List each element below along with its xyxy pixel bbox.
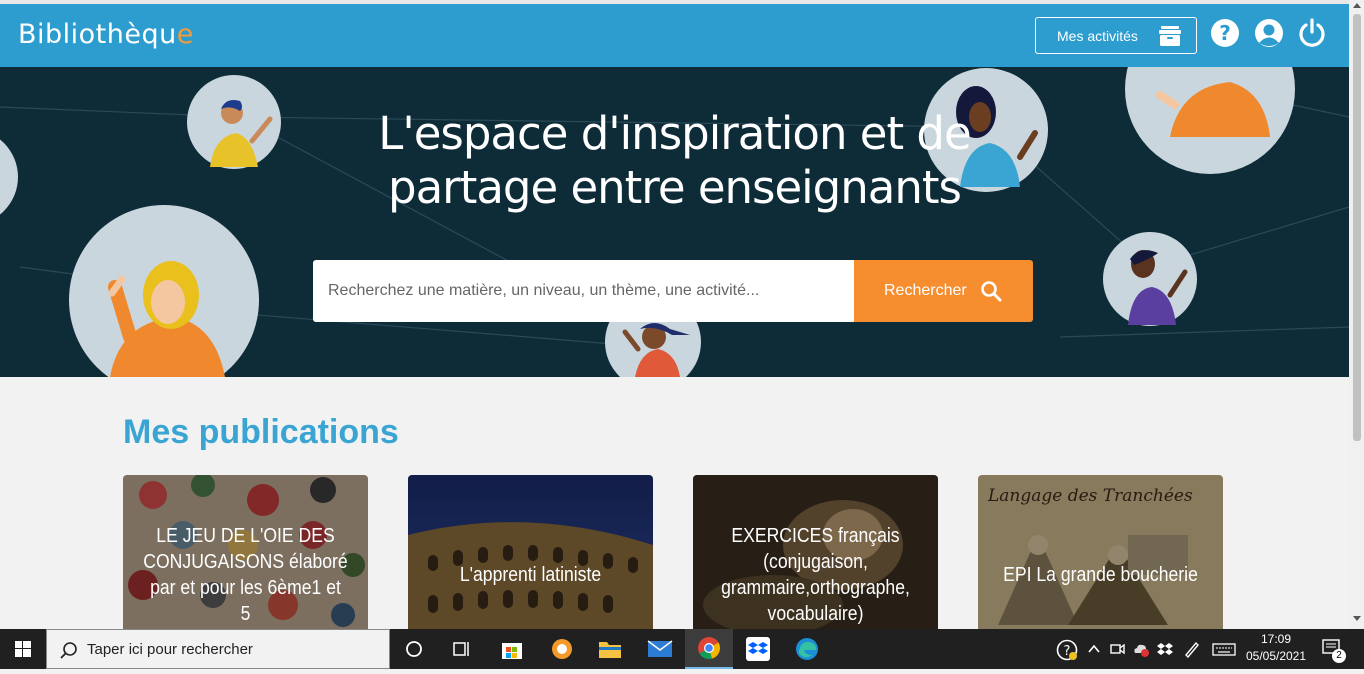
site-logo[interactable]: Bibliothèque bbox=[18, 19, 194, 50]
hero-headline: L'espace d'inspiration et de partage ent… bbox=[0, 107, 1349, 215]
main-content: Mes publications LE JEU DE L'OIE DES CON… bbox=[0, 377, 1349, 635]
my-activities-label: Mes activités bbox=[1057, 27, 1138, 44]
mail-envelope-icon bbox=[647, 640, 673, 657]
help-question-icon[interactable]: ? bbox=[1210, 18, 1240, 48]
scroll-down-arrow-icon[interactable] bbox=[1353, 616, 1361, 621]
card-title: LE JEU DE L'OIE DES CONJUGAISONS élaboré… bbox=[143, 525, 348, 625]
logo-main-text: Bibliothèqu bbox=[18, 19, 177, 50]
publication-card[interactable]: L'apprenti latiniste bbox=[408, 475, 653, 635]
taskbar-search-box[interactable]: Taper ici pour rechercher bbox=[46, 629, 390, 669]
help-tray-icon[interactable]: ? bbox=[1056, 639, 1078, 661]
cloud-sync-error-icon[interactable] bbox=[1132, 640, 1150, 658]
edge-browser-icon bbox=[796, 638, 818, 660]
taskbar-clock[interactable]: 17:09 05/05/2021 bbox=[1240, 631, 1312, 665]
dropbox-tray-icon[interactable] bbox=[1156, 640, 1174, 658]
search-icon bbox=[981, 281, 1002, 302]
microsoft-store-icon bbox=[502, 643, 522, 659]
scrollbar-thumb[interactable] bbox=[1353, 14, 1361, 441]
hero-search-field[interactable] bbox=[313, 260, 854, 322]
chevron-up-icon[interactable] bbox=[1085, 640, 1103, 658]
site-header: Bibliothèque Mes activités ? bbox=[0, 4, 1349, 67]
chrome-browser-icon bbox=[698, 637, 720, 660]
browser-viewport: Bibliothèque Mes activités ? L'espace d'… bbox=[0, 0, 1364, 669]
task-view-icon bbox=[453, 642, 469, 656]
taskbar-store[interactable] bbox=[488, 629, 536, 669]
cortana-circle-icon bbox=[406, 641, 422, 657]
archive-box-icon bbox=[1159, 26, 1181, 46]
card-title: EPI La grande boucherie bbox=[1003, 564, 1198, 586]
start-button[interactable] bbox=[0, 629, 46, 669]
publication-card[interactable]: LE JEU DE L'OIE DES CONJUGAISONS élaboré… bbox=[123, 475, 368, 635]
section-title-publications: Mes publications bbox=[123, 413, 399, 451]
card-title: L'apprenti latiniste bbox=[459, 564, 602, 586]
scroll-up-arrow-icon[interactable] bbox=[1353, 3, 1361, 8]
taskbar-chrome[interactable] bbox=[685, 629, 733, 669]
taskbar-mail[interactable] bbox=[636, 629, 684, 669]
dropbox-icon bbox=[746, 637, 770, 661]
my-activities-button[interactable]: Mes activités bbox=[1035, 17, 1197, 54]
action-center-button[interactable]: 2 bbox=[1320, 637, 1346, 663]
logo-accent-letter: e bbox=[176, 19, 194, 50]
clock-time: 17:09 bbox=[1260, 632, 1292, 646]
folder-icon bbox=[599, 642, 621, 658]
taskbar-app-orange[interactable] bbox=[538, 629, 586, 669]
publication-card[interactable]: EXERCICES français (conjugaison, grammai… bbox=[693, 475, 938, 635]
keyboard-icon[interactable] bbox=[1212, 640, 1236, 658]
taskbar-search-placeholder: Taper ici pour rechercher bbox=[87, 640, 253, 658]
search-icon bbox=[60, 642, 77, 659]
clock-date: 05/05/2021 bbox=[1245, 649, 1307, 663]
hero-headline-line1: L'espace d'inspiration et de bbox=[378, 107, 971, 160]
power-logout-icon[interactable] bbox=[1297, 18, 1327, 48]
taskbar-dropbox[interactable] bbox=[734, 629, 782, 669]
sun-app-icon bbox=[552, 639, 572, 659]
windows-logo-icon bbox=[15, 641, 31, 657]
pen-tray-icon[interactable] bbox=[1183, 640, 1201, 658]
task-view-button[interactable] bbox=[438, 629, 486, 669]
hero-headline-line2: partage entre enseignants bbox=[388, 161, 962, 214]
page-scrollbar[interactable] bbox=[1349, 0, 1364, 629]
search-button-label: Rechercher bbox=[884, 282, 967, 299]
meet-now-icon[interactable] bbox=[1108, 640, 1126, 658]
hero-banner: L'espace d'inspiration et de partage ent… bbox=[0, 67, 1349, 377]
notification-count-badge: 2 bbox=[1332, 649, 1346, 663]
svg-text:?: ? bbox=[1219, 21, 1231, 45]
search-button[interactable]: Rechercher bbox=[854, 260, 1033, 322]
taskbar-edge[interactable] bbox=[783, 629, 831, 669]
windows-taskbar: Taper ici pour rechercher ? 17:09 05/05/… bbox=[0, 629, 1364, 669]
taskbar-file-explorer[interactable] bbox=[586, 629, 634, 669]
user-account-icon[interactable] bbox=[1254, 18, 1284, 48]
publication-card[interactable]: Langage des Tranchées EPI La grande bouc… bbox=[978, 475, 1223, 635]
hero-search-input[interactable] bbox=[313, 260, 854, 322]
cortana-button[interactable] bbox=[390, 629, 438, 669]
card-title: EXERCICES français (conjugaison, grammai… bbox=[721, 525, 910, 625]
